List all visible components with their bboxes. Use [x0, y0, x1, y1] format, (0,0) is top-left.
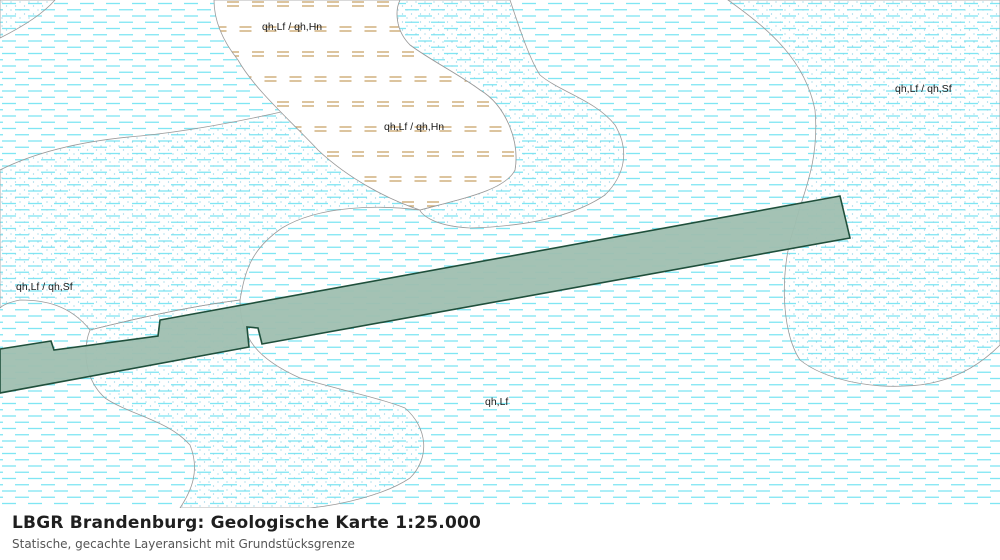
caption-title: LBGR Brandenburg: Geologische Karte 1:25…: [12, 513, 482, 533]
map-canvas[interactable]: qh,Lf / qh,Hn qh,Lf / qh,Hn qh,Lf / qh,S…: [0, 0, 1000, 508]
map-label-2: qh,Lf / qh,Hn: [384, 121, 444, 133]
map-caption: LBGR Brandenburg: Geologische Karte 1:25…: [0, 508, 1000, 560]
map-label-4: qh,Lf / qh,Sf: [895, 83, 952, 95]
geology-map[interactable]: qh,Lf / qh,Hn qh,Lf / qh,Hn qh,Lf / qh,S…: [0, 0, 1000, 508]
map-label-3: qh,Lf / qh,Sf: [16, 281, 73, 293]
map-label-5: qh,Lf: [485, 396, 508, 408]
map-label-1: qh,Lf / qh,Hn: [262, 21, 322, 33]
caption-subtitle: Statische, gecachte Layeransicht mit Gru…: [12, 537, 355, 551]
